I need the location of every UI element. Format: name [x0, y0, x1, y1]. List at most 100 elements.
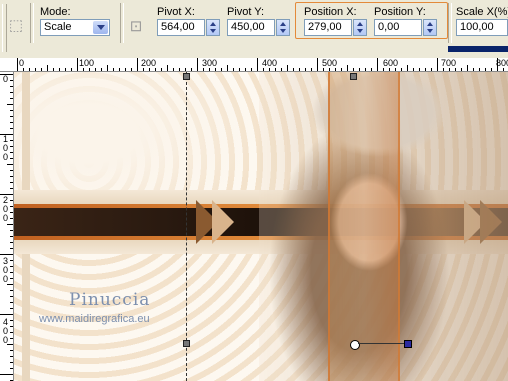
ruler-tick — [113, 68, 114, 71]
toolbar-separator — [120, 3, 124, 43]
ruler-tick — [251, 68, 252, 71]
position-x-stepper[interactable] — [353, 19, 367, 36]
ruler-tick — [179, 68, 180, 71]
ruler-tick — [461, 68, 462, 71]
ruler-tick — [0, 74, 13, 75]
ruler-label: 200 — [141, 58, 157, 68]
ruler-tick — [371, 68, 372, 71]
ruler-label: 600 — [383, 58, 399, 68]
ruler-tick — [413, 68, 414, 71]
transform-handle[interactable] — [183, 340, 190, 347]
ruler-tick — [353, 68, 354, 71]
ruler-tick — [89, 68, 90, 71]
horizontal-ruler[interactable]: 0 100 200 300 400 500 600 700 800 — [0, 58, 508, 72]
ruler-tick — [269, 68, 270, 71]
ruler-tick — [143, 68, 144, 71]
scale-x-field[interactable]: 100,00 — [456, 19, 508, 36]
guide-line[interactable] — [186, 72, 187, 381]
ruler-tick — [10, 356, 13, 357]
ruler-tick — [131, 68, 132, 71]
ruler-label: 1 0 0 — [2, 134, 8, 162]
ruler-tick — [275, 68, 276, 71]
position-y-field[interactable]: 0,00 — [374, 19, 422, 36]
ruler-tick — [47, 65, 48, 71]
ruler-tick — [281, 68, 282, 71]
position-y-stepper[interactable] — [423, 19, 437, 36]
ruler-tick — [10, 308, 13, 309]
vertical-ruler[interactable]: 0 1 0 0 2 0 0 3 0 0 4 0 0 — [0, 72, 14, 381]
ruler-label: 100 — [79, 58, 95, 68]
ruler-tick — [10, 290, 13, 291]
ruler-tick — [17, 58, 18, 71]
ruler-tick — [10, 296, 13, 297]
ruler-tick — [425, 68, 426, 71]
chevron-right-icon — [212, 200, 234, 244]
ruler-tick — [59, 68, 60, 71]
ruler-tick — [287, 65, 288, 71]
ruler-tick — [10, 146, 13, 147]
ruler-tick — [497, 58, 498, 71]
ruler-tick — [257, 58, 258, 71]
ruler-tick — [503, 68, 504, 71]
ruler-tick — [491, 68, 492, 71]
rotation-handle[interactable] — [404, 340, 412, 348]
toolbar-separator — [30, 3, 34, 43]
ruler-tick — [10, 182, 13, 183]
scrollbar-strip[interactable] — [448, 46, 508, 52]
ruler-label: 2 0 0 — [2, 195, 8, 223]
ruler-tick — [359, 68, 360, 71]
pivot-y-stepper[interactable] — [276, 19, 290, 36]
pivot-x-value: 564,00 — [161, 21, 195, 33]
ruler-tick — [10, 230, 13, 231]
ruler-tick — [10, 332, 13, 333]
pick-tool-icon[interactable]: ⬚ — [6, 16, 26, 36]
pivot-y-field[interactable]: 450,00 — [227, 19, 275, 36]
mode-label: Mode: — [40, 6, 71, 18]
position-y-value: 0,00 — [378, 21, 400, 33]
ruler-tick — [10, 188, 13, 189]
ruler-tick — [7, 224, 13, 225]
chevron-down-icon[interactable] — [93, 21, 108, 34]
image-canvas[interactable]: Pinuccia www.maidiregrafica.eu — [14, 72, 508, 381]
ruler-tick — [10, 326, 13, 327]
ruler-tick — [407, 65, 408, 71]
ruler-tick — [7, 164, 13, 165]
ruler-tick — [479, 68, 480, 71]
mode-select[interactable]: Scale — [40, 19, 110, 36]
ruler-tick — [10, 86, 13, 87]
ruler-tick — [10, 176, 13, 177]
rotation-arm — [358, 343, 404, 344]
ruler-tick — [0, 194, 13, 195]
ruler-tick — [53, 68, 54, 71]
pivot-x-stepper[interactable] — [206, 19, 220, 36]
ruler-tick — [10, 92, 13, 93]
ruler-tick — [305, 68, 306, 71]
pivot-x-field[interactable]: 564,00 — [157, 19, 205, 36]
ruler-tick — [77, 58, 78, 71]
ruler-tick — [437, 58, 438, 71]
transform-handle[interactable] — [350, 73, 357, 80]
ruler-tick — [137, 58, 138, 71]
selected-layer-strip[interactable] — [328, 72, 400, 381]
ruler-tick — [10, 110, 13, 111]
scale-x-label: Scale X(%): — [456, 6, 508, 18]
ruler-tick — [467, 65, 468, 71]
ruler-tick — [10, 248, 13, 249]
ruler-tick — [155, 68, 156, 71]
ruler-tick — [10, 80, 13, 81]
ruler-tick — [167, 65, 168, 71]
position-x-label: Position X: — [304, 6, 357, 18]
ruler-tick — [83, 68, 84, 71]
position-x-value: 279,00 — [308, 21, 342, 33]
ruler-tick — [7, 284, 13, 285]
ruler-tick — [149, 68, 150, 71]
pivot-point-icon[interactable] — [350, 340, 360, 350]
ruler-tick — [41, 68, 42, 71]
position-x-field[interactable]: 279,00 — [304, 19, 352, 36]
bounding-box-icon[interactable]: ⊡ — [126, 17, 146, 37]
ruler-tick — [10, 236, 13, 237]
ruler-tick — [245, 68, 246, 71]
ruler-tick — [10, 320, 13, 321]
ruler-tick — [227, 65, 228, 71]
transform-handle[interactable] — [183, 73, 190, 80]
